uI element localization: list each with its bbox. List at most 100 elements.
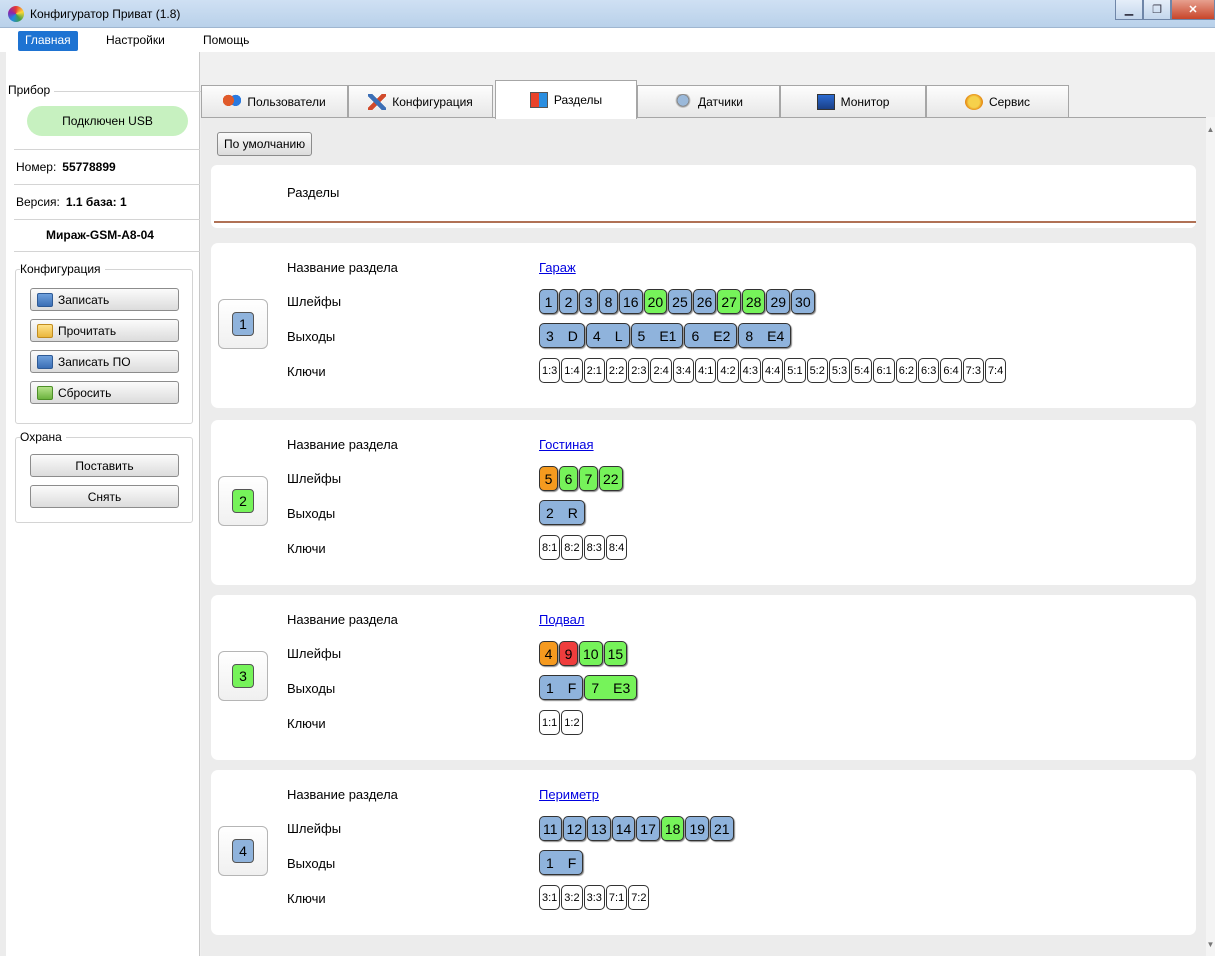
- tab-monitor[interactable]: Монитор: [780, 85, 926, 118]
- key-chip[interactable]: 7:3: [962, 358, 984, 383]
- output-chip[interactable]: 2R: [539, 500, 585, 525]
- loop-chip[interactable]: 29: [766, 289, 791, 314]
- loop-chip[interactable]: 14: [611, 816, 636, 841]
- section-name-link[interactable]: Гостиная: [539, 437, 594, 452]
- loop-chip[interactable]: 15: [603, 641, 628, 666]
- section-number-button[interactable]: 4: [218, 826, 268, 876]
- key-chip[interactable]: 4:4: [761, 358, 784, 383]
- key-chip[interactable]: 1:3: [539, 358, 561, 383]
- key-chip[interactable]: 5:4: [851, 358, 873, 383]
- key-chip[interactable]: 8:4: [605, 535, 628, 560]
- key-chip[interactable]: 5:3: [828, 358, 851, 383]
- key-chip[interactable]: 5:2: [806, 358, 828, 383]
- key-chip[interactable]: 3:4: [672, 358, 695, 383]
- key-chip[interactable]: 6:4: [940, 358, 962, 383]
- key-chip[interactable]: 1:2: [561, 710, 583, 735]
- default-button[interactable]: По умолчанию: [217, 132, 313, 156]
- key-chip[interactable]: 3:3: [583, 885, 605, 910]
- scroll-up-icon[interactable]: ▲: [1206, 125, 1215, 137]
- loop-chip[interactable]: 30: [791, 289, 815, 314]
- loop-chip[interactable]: 27: [717, 289, 741, 314]
- key-chip[interactable]: 6:3: [918, 358, 940, 383]
- loop-chip[interactable]: 8: [599, 289, 618, 314]
- section-number-button[interactable]: 1: [218, 299, 268, 349]
- loop-chip[interactable]: 6: [559, 466, 578, 491]
- key-chip[interactable]: 8:1: [539, 535, 561, 560]
- loop-chip[interactable]: 17: [636, 816, 660, 841]
- key-chip[interactable]: 4:2: [717, 358, 739, 383]
- maximize-button[interactable]: ❐: [1143, 0, 1171, 20]
- loop-chip[interactable]: 7: [579, 466, 598, 491]
- section-name-link[interactable]: Подвал: [539, 612, 584, 627]
- write-button[interactable]: Записать: [30, 288, 179, 311]
- key-chip[interactable]: 2:2: [605, 358, 628, 383]
- loop-chip[interactable]: 5: [539, 466, 558, 491]
- key-chip[interactable]: 3:1: [539, 885, 561, 910]
- output-chip[interactable]: 3D: [539, 323, 585, 348]
- output-chip[interactable]: 8 E4: [738, 323, 792, 348]
- tab-service[interactable]: Сервис: [926, 85, 1069, 118]
- key-chip[interactable]: 8:2: [561, 535, 583, 560]
- loop-chip[interactable]: 13: [587, 816, 611, 841]
- loop-chip[interactable]: 12: [562, 816, 587, 841]
- key-chip[interactable]: 2:3: [628, 358, 650, 383]
- key-chip[interactable]: 6:2: [895, 358, 918, 383]
- key-chip[interactable]: 6:1: [873, 358, 895, 383]
- write-firmware-button[interactable]: Записать ПО: [30, 350, 179, 373]
- output-chip[interactable]: 4L: [585, 323, 630, 348]
- loop-chip[interactable]: 25: [668, 289, 692, 314]
- key-chip[interactable]: 8:3: [583, 535, 605, 560]
- output-chip[interactable]: 1F: [539, 675, 584, 700]
- output-chip[interactable]: 1F: [539, 850, 584, 875]
- section-number-button[interactable]: 3: [218, 651, 268, 701]
- vertical-scrollbar[interactable]: ▲ ▼: [1206, 117, 1215, 956]
- tab-sensors[interactable]: Датчики: [637, 85, 780, 118]
- key-chip[interactable]: 2:4: [650, 358, 672, 383]
- reset-button[interactable]: Сбросить: [30, 381, 179, 404]
- section-name-link[interactable]: Периметр: [539, 787, 599, 802]
- key-chip[interactable]: 7:4: [984, 358, 1007, 383]
- key-chip[interactable]: 7:1: [605, 885, 628, 910]
- section-number-button[interactable]: 2: [218, 476, 268, 526]
- key-chip[interactable]: 1:4: [561, 358, 583, 383]
- output-chip[interactable]: 7 E3: [584, 675, 638, 700]
- loop-chip[interactable]: 28: [741, 289, 766, 314]
- loop-chip[interactable]: 2: [559, 289, 578, 314]
- menu-main[interactable]: Главная: [18, 31, 78, 51]
- loop-chip[interactable]: 19: [685, 816, 710, 841]
- loop-chip[interactable]: 18: [660, 816, 685, 841]
- loop-chip[interactable]: 4: [539, 641, 558, 666]
- section-card: 2 Название раздела Шлейфы Выходы Ключи Гостин…: [211, 420, 1196, 585]
- key-chip[interactable]: 7:2: [628, 885, 650, 910]
- key-chip[interactable]: 4:1: [695, 358, 717, 383]
- loop-chip[interactable]: 16: [619, 289, 643, 314]
- tab-users[interactable]: Пользователи: [201, 85, 348, 118]
- loop-chip[interactable]: 3: [579, 289, 598, 314]
- loop-chip[interactable]: 22: [599, 466, 623, 491]
- scroll-down-icon[interactable]: ▼: [1206, 940, 1215, 952]
- loop-chip[interactable]: 10: [579, 641, 603, 666]
- loop-chip[interactable]: 21: [710, 816, 734, 841]
- close-button[interactable]: ✕: [1171, 0, 1215, 20]
- minimize-button[interactable]: ▁: [1115, 0, 1143, 20]
- menu-settings[interactable]: Настройки: [99, 31, 172, 51]
- loop-chip[interactable]: 9: [559, 641, 578, 666]
- key-chip[interactable]: 5:1: [784, 358, 806, 383]
- read-button[interactable]: Прочитать: [30, 319, 179, 342]
- loop-chip[interactable]: 20: [643, 289, 668, 314]
- key-chip[interactable]: 3:2: [561, 885, 583, 910]
- tab-sections[interactable]: Разделы: [495, 80, 637, 119]
- output-chip[interactable]: 6 E2: [684, 323, 738, 348]
- menu-help[interactable]: Помощь: [196, 31, 256, 51]
- loop-chip[interactable]: 26: [692, 289, 717, 314]
- tab-configuration[interactable]: Конфигурация: [348, 85, 493, 118]
- section-name-link[interactable]: Гараж: [539, 260, 576, 275]
- key-chip[interactable]: 2:1: [583, 358, 605, 383]
- output-chip[interactable]: 5 E1: [630, 323, 684, 348]
- arm-button[interactable]: Поставить: [30, 454, 179, 477]
- disarm-button[interactable]: Снять: [30, 485, 179, 508]
- loop-chip[interactable]: 11: [539, 816, 562, 841]
- key-chip[interactable]: 4:3: [739, 358, 761, 383]
- loop-chip[interactable]: 1: [539, 289, 558, 314]
- key-chip[interactable]: 1:1: [539, 710, 561, 735]
